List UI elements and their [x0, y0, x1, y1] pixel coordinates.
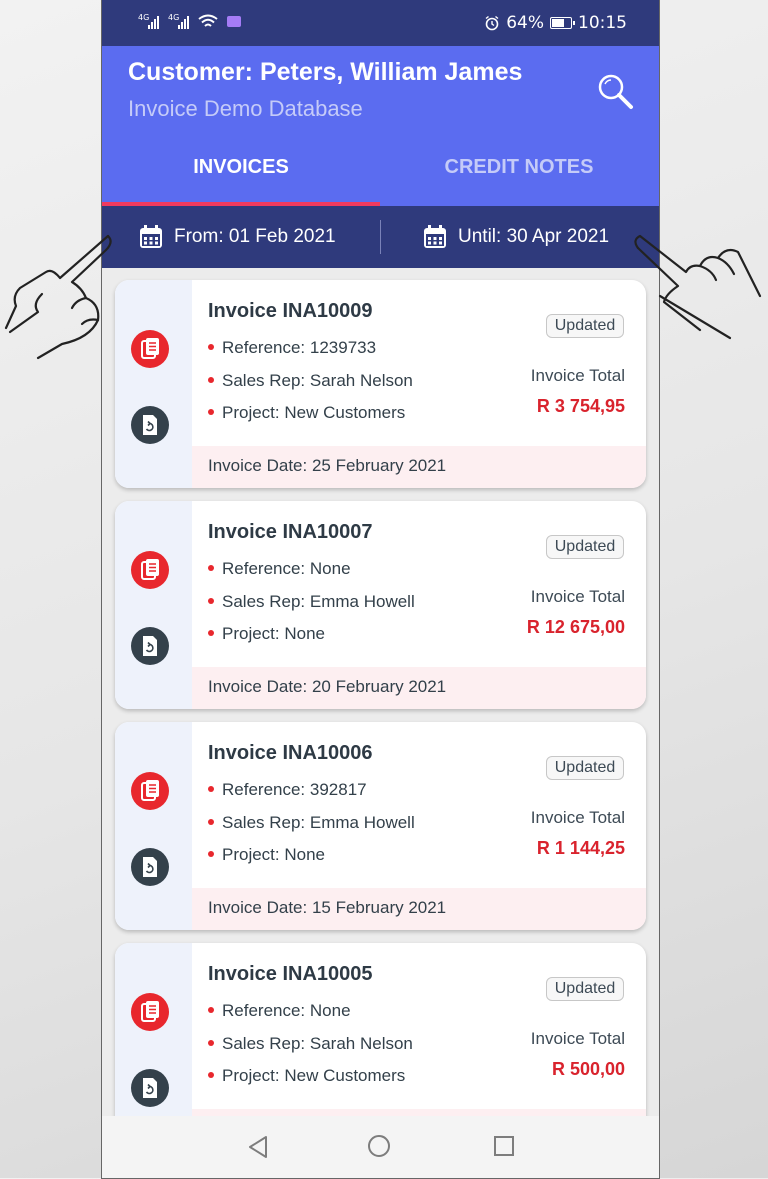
view-invoice-button[interactable]	[131, 551, 169, 589]
signal-1-icon: 4G	[138, 13, 159, 29]
calendar-icon	[424, 225, 446, 248]
invoice-total-label: Invoice Total	[530, 808, 625, 827]
document-refresh-icon	[143, 415, 157, 435]
reprocess-invoice-button[interactable]	[131, 848, 169, 886]
invoice-total-value: R 500,00	[551, 1059, 625, 1079]
card-action-column	[115, 722, 192, 930]
document-copy-icon	[141, 1001, 159, 1022]
invoice-date: Invoice Date: 25 February 2021	[208, 456, 447, 475]
document-refresh-icon	[143, 1078, 157, 1098]
invoice-date: Invoice Date: 15 February 2021	[208, 898, 447, 917]
from-date-label: From: 01 Feb 2021	[174, 226, 336, 247]
reprocess-invoice-button[interactable]	[131, 1069, 169, 1107]
status-badge: Updated	[546, 535, 624, 559]
status-badge: Updated	[546, 977, 624, 1001]
until-date-label: Until: 30 Apr 2021	[458, 226, 610, 247]
document-refresh-icon	[143, 636, 157, 656]
invoice-date-footer: Invoice Date: 20 February 2021	[192, 667, 646, 709]
invoice-reference: Reference: None	[208, 1001, 351, 1021]
invoice-total-value: R 3 754,95	[536, 396, 625, 416]
invoice-sales-rep: Sales Rep: Sarah Nelson	[208, 1034, 413, 1054]
search-button[interactable]	[594, 70, 638, 114]
invoice-date-footer: Invoice Date: 15 February 2021	[192, 888, 646, 930]
page-title: Customer: Peters, William James	[128, 58, 523, 86]
recents-square-icon[interactable]	[494, 1136, 514, 1156]
invoice-card[interactable]: Invoice INA10007 Reference: None Sales R…	[115, 501, 646, 709]
clock-time: 10:15	[578, 13, 627, 33]
invoice-sales-rep: Sales Rep: Emma Howell	[208, 813, 415, 833]
invoice-reference: Reference: None	[208, 559, 351, 579]
document-refresh-icon	[143, 857, 157, 877]
invoice-project: Project: New Customers	[208, 403, 405, 423]
card-action-column	[115, 280, 192, 488]
wifi-icon	[198, 14, 218, 27]
view-invoice-button[interactable]	[131, 993, 169, 1031]
signal-1-label: 4G	[138, 13, 150, 22]
tab-credit-notes-label: CREDIT NOTES	[444, 156, 594, 178]
invoice-total-label: Invoice Total	[530, 1029, 625, 1048]
invoice-sales-rep: Sales Rep: Emma Howell	[208, 592, 415, 612]
message-notification-icon	[227, 16, 241, 27]
invoice-title: Invoice INA10009	[208, 300, 373, 322]
invoice-project: Project: None	[208, 624, 325, 644]
battery-icon	[550, 17, 575, 29]
invoice-title: Invoice INA10005	[208, 963, 373, 985]
system-nav-bar	[102, 1116, 659, 1178]
signal-2-icon: 4G	[168, 13, 189, 29]
status-bar: 4G 4G 64% 10:15	[102, 0, 659, 46]
view-invoice-button[interactable]	[131, 772, 169, 810]
invoice-sales-rep: Sales Rep: Sarah Nelson	[208, 371, 413, 391]
alarm-clock-icon	[485, 15, 499, 31]
app-bar: Customer: Peters, William James Invoice …	[102, 46, 659, 206]
back-triangle-icon[interactable]	[247, 1135, 269, 1159]
date-divider	[380, 220, 381, 254]
tab-credit-notes[interactable]: CREDIT NOTES	[380, 156, 658, 206]
document-copy-icon	[141, 780, 159, 801]
card-action-column	[115, 501, 192, 709]
invoice-total-label: Invoice Total	[530, 587, 625, 606]
signal-2-label: 4G	[168, 13, 180, 22]
invoice-reference: Reference: 1239733	[208, 338, 376, 358]
reprocess-invoice-button[interactable]	[131, 627, 169, 665]
swipe-hand-right-icon	[634, 234, 762, 340]
invoice-project: Project: None	[208, 845, 325, 865]
status-badge: Updated	[546, 756, 624, 780]
tab-invoices[interactable]: INVOICES	[102, 156, 380, 206]
date-filter-bar: From: 01 Feb 2021 Until: 30 Apr 2021	[102, 206, 659, 268]
invoice-card[interactable]: Invoice INA10005 Reference: None Sales R…	[115, 943, 646, 1116]
invoice-title: Invoice INA10006	[208, 742, 373, 764]
document-copy-icon	[141, 559, 159, 580]
status-badge: Updated	[546, 314, 624, 338]
battery-percent: 64%	[506, 13, 544, 33]
from-date-button[interactable]: From: 01 Feb 2021	[138, 224, 336, 250]
invoice-date-footer: Invoice Date: 25 February 2021	[192, 446, 646, 488]
invoice-total-label: Invoice Total	[530, 366, 625, 385]
phone-screen: 4G 4G 64% 10:15 Customer: Peters, Willia…	[101, 0, 660, 1179]
calendar-icon	[140, 225, 162, 248]
until-date-button[interactable]: Until: 30 Apr 2021	[422, 224, 609, 250]
home-circle-icon[interactable]	[368, 1135, 390, 1157]
invoice-project: Project: New Customers	[208, 1066, 405, 1086]
tab-invoices-label: INVOICES	[193, 156, 289, 178]
invoice-reference: Reference: 392817	[208, 780, 367, 800]
invoice-total-value: R 1 144,25	[536, 838, 625, 858]
invoice-title: Invoice INA10007	[208, 521, 373, 543]
invoice-card[interactable]: Invoice INA10006 Reference: 392817 Sales…	[115, 722, 646, 930]
reprocess-invoice-button[interactable]	[131, 406, 169, 444]
invoice-total-value: R 12 675,00	[526, 617, 625, 637]
invoice-date-footer	[192, 1109, 646, 1116]
swipe-hand-left-icon	[4, 234, 112, 360]
search-icon	[598, 74, 633, 109]
invoice-card[interactable]: Invoice INA10009 Reference: 1239733 Sale…	[115, 280, 646, 488]
invoice-list[interactable]: Invoice INA10009 Reference: 1239733 Sale…	[102, 268, 659, 1116]
invoice-date: Invoice Date: 20 February 2021	[208, 677, 447, 696]
page-subtitle: Invoice Demo Database	[128, 96, 363, 121]
view-invoice-button[interactable]	[131, 330, 169, 368]
document-copy-icon	[141, 338, 159, 359]
